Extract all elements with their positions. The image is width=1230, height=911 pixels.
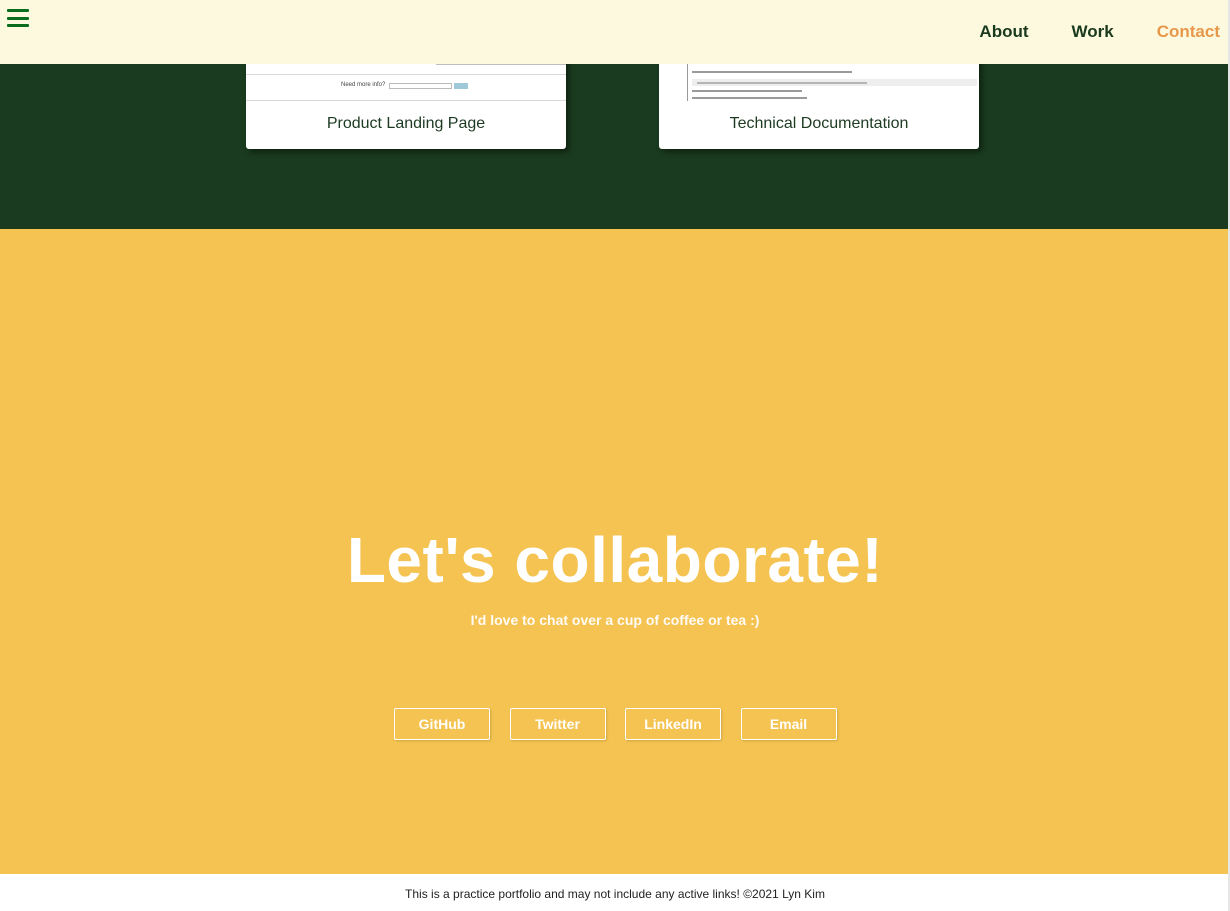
github-button[interactable]: GitHub (394, 708, 490, 740)
project-card-title: Technical Documentation (729, 115, 909, 132)
thumb-divider (436, 64, 566, 65)
nav-link-about[interactable]: About (979, 22, 1028, 42)
social-links: GitHub Twitter LinkedIn Email (394, 708, 837, 740)
contact-heading: Let's collaborate! (346, 524, 884, 596)
hamburger-menu-icon[interactable] (7, 9, 29, 27)
project-card-title: Product Landing Page (326, 115, 486, 132)
contact-subheading: I'd love to chat over a cup of coffee or… (470, 612, 760, 628)
thumb-text-line (692, 90, 802, 92)
thumb-code-line (697, 82, 867, 84)
thumb-text-line (692, 71, 852, 73)
contact-section: Let's collaborate! I'd love to chat over… (0, 229, 1230, 874)
footer-text: This is a practice portfolio and may not… (405, 887, 825, 901)
thumb-text-line (692, 97, 807, 99)
linkedin-button[interactable]: LinkedIn (625, 708, 721, 740)
nav-link-work[interactable]: Work (1072, 22, 1114, 42)
nav-links: About Work Contact (936, 22, 1220, 42)
thumb-divider (246, 74, 566, 75)
thumb-divider (246, 100, 566, 101)
thumb-input-shape (389, 83, 452, 89)
thumb-button-shape (454, 83, 468, 89)
top-navbar: About Work Contact (0, 0, 1230, 64)
email-button[interactable]: Email (740, 708, 837, 740)
thumb-text: Need more info? (341, 82, 386, 88)
footer: This is a practice portfolio and may not… (0, 874, 1230, 911)
twitter-button[interactable]: Twitter (509, 708, 606, 740)
nav-link-contact[interactable]: Contact (1157, 22, 1220, 42)
